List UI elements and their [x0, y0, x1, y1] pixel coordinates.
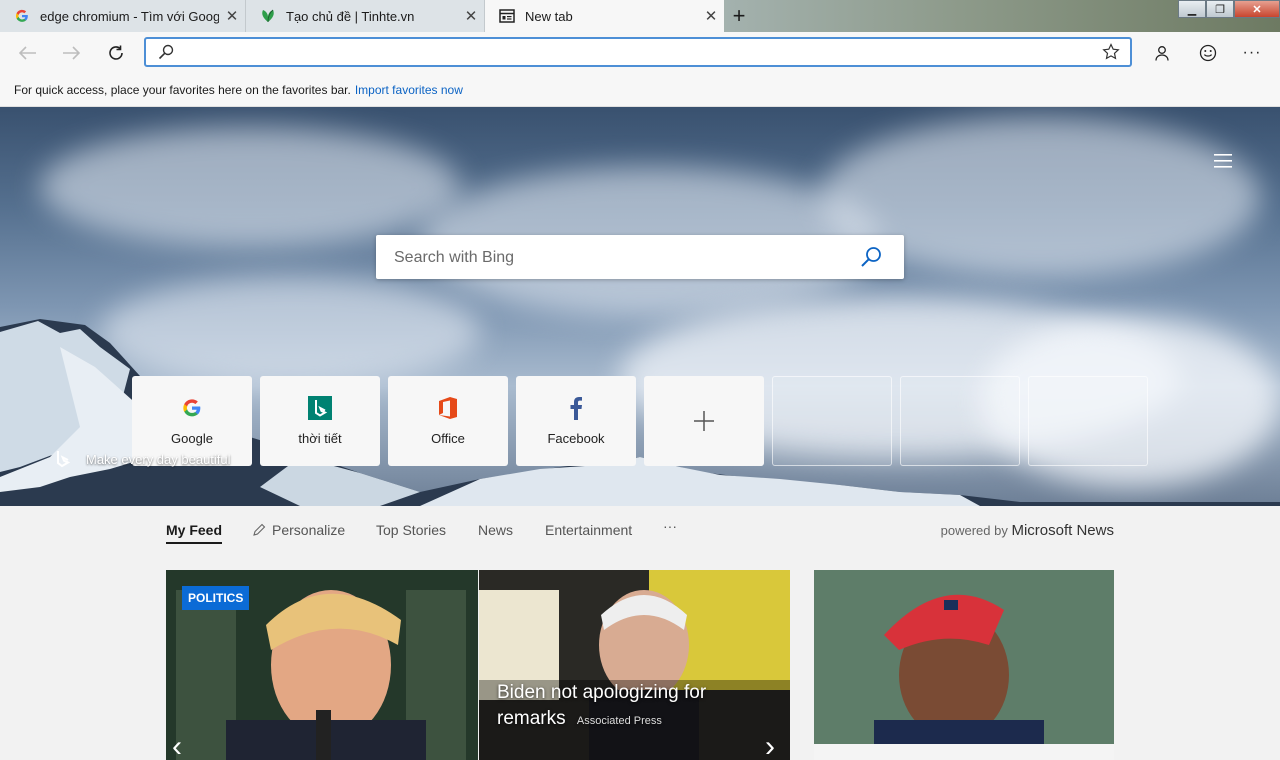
address-input[interactable] [184, 39, 1088, 67]
powered-by: powered by Microsoft News [941, 522, 1114, 539]
powered-prefix: powered by [940, 523, 1008, 538]
maximize-button[interactable]: ❐ [1206, 0, 1234, 18]
google-g-icon [14, 8, 30, 24]
facebook-icon [569, 396, 583, 420]
bing-icon [308, 396, 332, 420]
category-badge: POLITICS [182, 586, 250, 610]
arrow-right-icon [63, 46, 80, 60]
personalize-label: Personalize [272, 522, 346, 538]
quick-link-label: Facebook [547, 431, 605, 446]
refresh-button[interactable] [101, 38, 131, 68]
refresh-icon [109, 45, 123, 60]
add-quick-link-button[interactable] [644, 376, 764, 466]
back-button[interactable] [13, 38, 43, 68]
tab-tinhte[interactable]: Tạo chủ đề | Tinhte.vn ✕ [246, 0, 485, 32]
hamburger-icon [1214, 154, 1232, 168]
tab-entertainment[interactable]: Entertainment [545, 522, 632, 538]
close-icon[interactable]: ✕ [698, 7, 724, 25]
bing-logo-icon [57, 451, 70, 468]
news-headline[interactable]: Biden not apologizing for remarks Associ… [497, 680, 767, 734]
tab-title: edge chromium - Tìm với Google [40, 8, 219, 24]
page-settings-button[interactable] [1208, 149, 1238, 173]
carousel-prev-button[interactable]: ‹ [172, 730, 182, 760]
close-icon[interactable]: ✕ [458, 7, 484, 25]
office-icon [437, 396, 459, 420]
quick-link-label: Office [431, 431, 465, 446]
bing-caption-text: Make every day beautiful [86, 451, 231, 467]
forward-button[interactable] [56, 38, 86, 68]
carousel-next-button[interactable]: › [765, 730, 775, 760]
news-card-politics[interactable]: POLITICS ‹ [166, 570, 478, 760]
settings-more-button[interactable]: ··· [1237, 38, 1267, 68]
quick-link-label: Google [171, 431, 213, 446]
tab-title: New tab [525, 8, 573, 24]
profile-button[interactable] [1147, 38, 1177, 68]
feed-navigation: My Feed Personalize Top Stories News Ent… [0, 506, 1280, 570]
bing-search-input[interactable] [392, 235, 846, 281]
tinhte-icon [260, 8, 276, 24]
quick-link-facebook[interactable]: Facebook [516, 376, 636, 466]
minimize-button[interactable]: ▁ [1178, 0, 1206, 18]
tab-new-tab[interactable]: New tab ✕ [485, 0, 724, 32]
favorites-bar: For quick access, place your favorites h… [0, 74, 1280, 107]
empty-quick-link-slot [772, 376, 892, 466]
import-favorites-link[interactable]: Import favorites now [355, 83, 463, 97]
title-bar: edge chromium - Tìm với Google ✕ Tạo chủ… [0, 0, 1280, 32]
star-icon[interactable] [1102, 43, 1120, 66]
tab-news[interactable]: News [478, 522, 513, 538]
smiley-icon [1199, 44, 1217, 62]
search-icon [158, 44, 174, 65]
navigation-bar: ··· [0, 32, 1280, 74]
more-icon: ··· [1242, 44, 1262, 61]
news-card-ortiz[interactable] [814, 570, 1114, 760]
tab-personalize[interactable]: Personalize [252, 522, 345, 538]
google-g-icon [182, 396, 202, 420]
quick-link-label: thời tiết [298, 431, 342, 446]
feedback-button[interactable] [1193, 38, 1223, 68]
plus-icon [693, 409, 715, 433]
newtab-page-icon [499, 8, 515, 24]
quick-link-weather[interactable]: thời tiết [260, 376, 380, 466]
arrow-left-icon [19, 46, 36, 60]
news-source: Associated Press [576, 715, 662, 727]
tab-my-feed[interactable]: My Feed [166, 522, 223, 544]
background-image: Google thời tiết Office Facebook Make ev… [0, 107, 1280, 506]
tab-google-search[interactable]: edge chromium - Tìm với Google ✕ [0, 0, 246, 32]
news-photo-baseball-player [814, 570, 1114, 760]
person-icon [1155, 46, 1169, 61]
address-bar[interactable] [144, 37, 1132, 67]
window-controls: ▁ ❐ ✕ [1178, 0, 1280, 18]
bing-search-box[interactable] [376, 235, 904, 281]
new-tab-button[interactable]: + [724, 0, 754, 32]
search-icon[interactable] [860, 246, 882, 273]
empty-quick-link-slot [900, 376, 1020, 466]
tab-title: Tạo chủ đề | Tinhte.vn [286, 8, 415, 24]
more-icon[interactable]: ··· [663, 518, 677, 534]
favorites-message: For quick access, place your favorites h… [14, 83, 351, 97]
news-card-biden[interactable]: Biden not apologizing for remarks Associ… [479, 570, 790, 760]
empty-quick-link-slot [1028, 376, 1148, 466]
quick-link-office[interactable]: Office [388, 376, 508, 466]
pencil-icon [253, 523, 266, 536]
plus-icon: + [732, 3, 746, 28]
microsoft-news-logo[interactable]: Microsoft News [1011, 522, 1114, 539]
close-icon[interactable]: ✕ [219, 7, 245, 25]
tab-top-stories[interactable]: Top Stories [376, 522, 446, 538]
bing-image-caption[interactable]: Make every day beautiful [56, 450, 231, 468]
close-window-button[interactable]: ✕ [1234, 0, 1280, 18]
